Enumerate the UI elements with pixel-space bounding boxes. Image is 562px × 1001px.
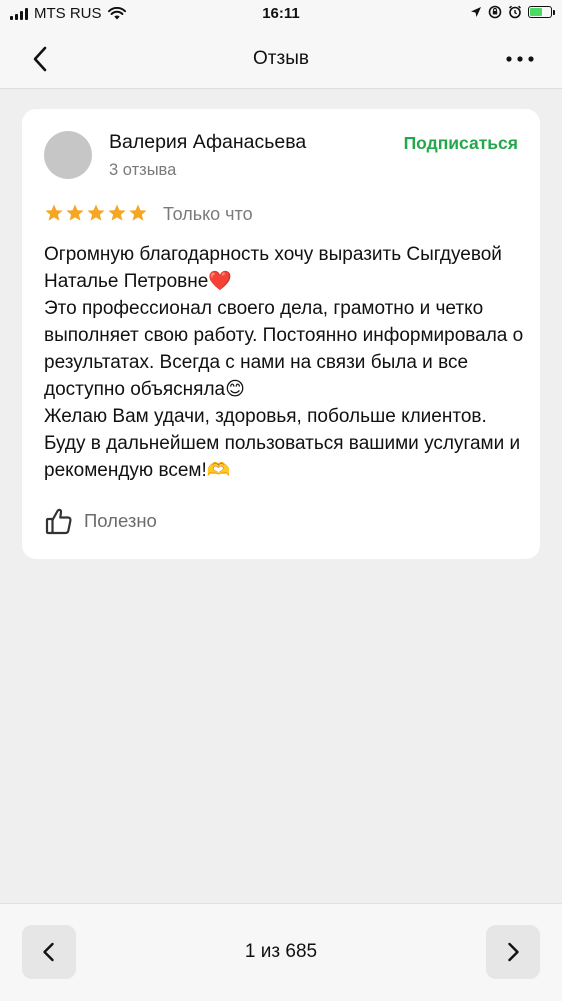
thumbs-up-icon <box>45 508 72 535</box>
review-paragraph: Это профессионал своего дела, грамотно и… <box>44 298 524 400</box>
status-bar: MTS RUS 16:11 <box>0 0 562 30</box>
star-icon <box>66 204 84 221</box>
star-icon <box>45 204 63 221</box>
more-horizontal-icon <box>506 56 534 62</box>
author-reviews-count: 3 отзыва <box>109 161 177 179</box>
alarm-icon <box>508 5 522 19</box>
rotation-lock-icon <box>488 5 502 19</box>
chevron-right-icon <box>508 942 519 962</box>
star-icon <box>129 204 147 221</box>
battery-icon <box>528 6 555 18</box>
helpful-label: Полезно <box>84 510 157 531</box>
status-bar-right <box>470 5 555 19</box>
avatar[interactable] <box>44 131 92 179</box>
review-card: Валерия Афанасьева 3 отзыва Подписаться … <box>22 109 540 559</box>
subscribe-button[interactable]: Подписаться <box>404 133 518 154</box>
review-date: Только что <box>163 204 253 224</box>
review-paragraph: Желаю Вам удачи, здоровья, побольше клие… <box>44 406 521 481</box>
star-icon <box>87 204 105 221</box>
page-counter: 1 из 685 <box>244 941 318 962</box>
location-arrow-icon <box>471 7 481 17</box>
more-options-button[interactable] <box>500 42 540 76</box>
review-text: Огромную благодарность хочу выразить Сыг… <box>44 241 524 484</box>
page-title: Отзыв <box>253 48 309 69</box>
star-icon <box>108 204 126 221</box>
rating-stars <box>44 203 148 223</box>
navigation-bar: Отзыв <box>0 30 562 89</box>
next-review-button[interactable] <box>486 925 540 979</box>
review-paragraph: Огромную благодарность хочу выразить Сыг… <box>44 244 502 292</box>
pagination-bar: 1 из 685 <box>0 903 562 1001</box>
helpful-button[interactable]: Полезно <box>44 505 157 537</box>
author-name[interactable]: Валерия Афанасьева <box>109 131 306 154</box>
